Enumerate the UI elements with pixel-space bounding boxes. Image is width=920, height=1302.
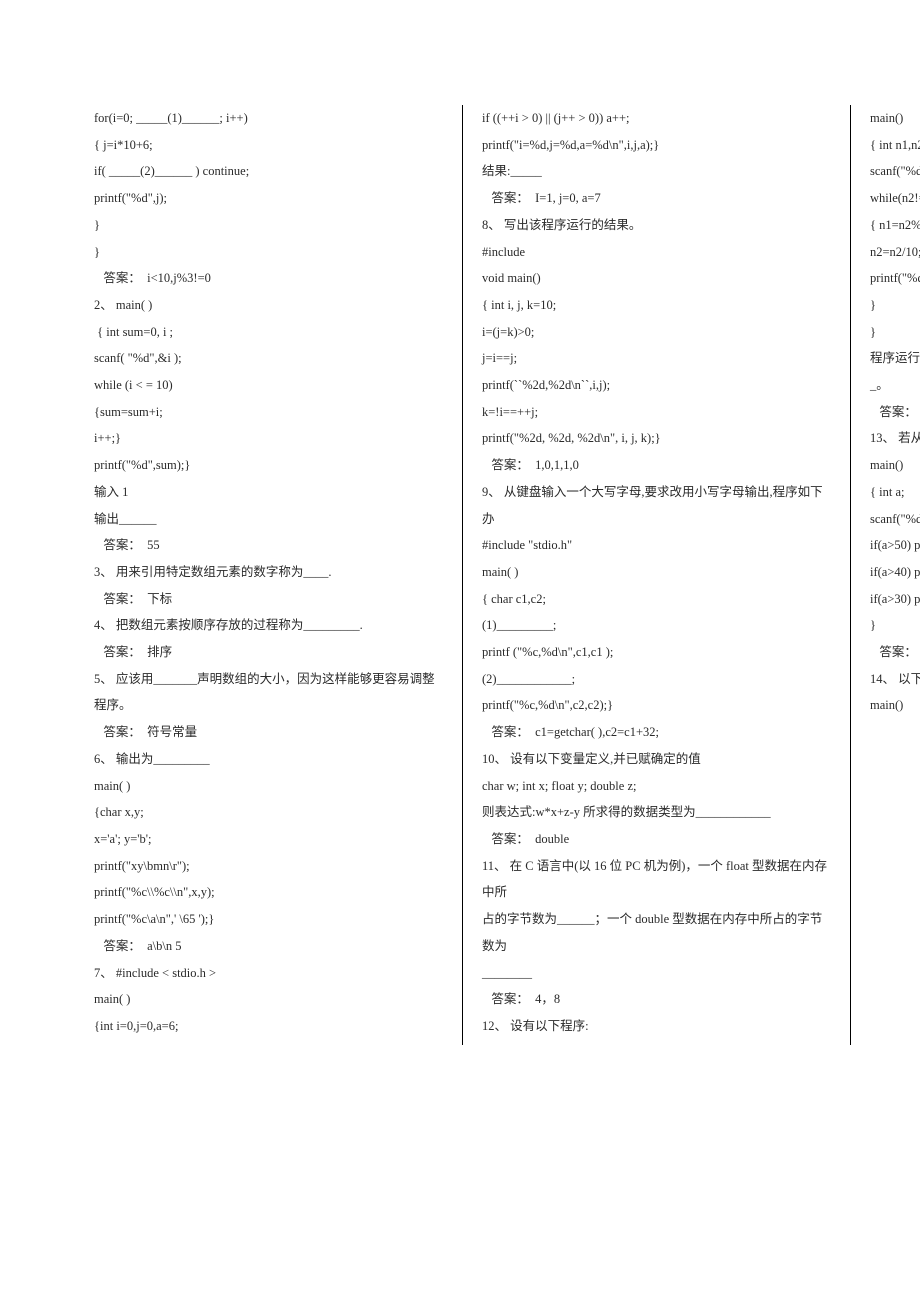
document-page: for(i=0; _____(1)______; i++){ j=i*10+6;… bbox=[0, 0, 920, 1105]
text-line: 答案： i<10,j%3!=0 bbox=[94, 265, 442, 292]
text-line: printf("%d",j); bbox=[94, 185, 442, 212]
text-line: scanf("%d",&a); bbox=[870, 506, 920, 533]
text-line: 答案： a\b\n 5 bbox=[94, 933, 442, 960]
text-line: { j=i*10+6; bbox=[94, 132, 442, 159]
text-line: 6、 输出为_________ bbox=[94, 746, 442, 773]
text-line: for(i=0; _____(1)______; i++) bbox=[94, 105, 442, 132]
text-line: scanf( "%d",&i ); bbox=[94, 345, 442, 372]
text-line: printf(``%2d,%2d\n``,i,j); bbox=[482, 372, 830, 399]
text-line: 答案： I=1, j=0, a=7 bbox=[482, 185, 830, 212]
text-line: #include bbox=[482, 239, 830, 266]
text-line: x='a'; y='b'; bbox=[94, 826, 442, 853]
text-line: 答案： 1,0,1,1,0 bbox=[482, 452, 830, 479]
text-line: n2=n2/10; bbox=[870, 239, 920, 266]
text-line: while (i < = 10) bbox=[94, 372, 442, 399]
text-line: 答案： 55 bbox=[94, 532, 442, 559]
text-line: { int a; bbox=[870, 479, 920, 506]
text-line: 4、 把数组元素按顺序存放的过程称为_________. bbox=[94, 612, 442, 639]
text-line: 10、 设有以下变量定义,并已赋确定的值 bbox=[482, 746, 830, 773]
text-line: main( ) bbox=[94, 986, 442, 1013]
text-line: 答案： 4，8 bbox=[482, 986, 830, 1013]
text-line: printf("%d",sum);} bbox=[94, 452, 442, 479]
text-line: 12、 设有以下程序: bbox=[482, 1013, 830, 1040]
text-line: } bbox=[870, 612, 920, 639]
text-line: if(a>40) printf("%d",a); bbox=[870, 559, 920, 586]
text-line: { char c1,c2; bbox=[482, 586, 830, 613]
text-line: main( ) bbox=[482, 559, 830, 586]
text-line: 2、 main( ) bbox=[94, 292, 442, 319]
text-line: {sum=sum+i; bbox=[94, 399, 442, 426]
text-line: while(n2!=0) bbox=[870, 185, 920, 212]
text-line: 7、 #include < stdio.h > bbox=[94, 960, 442, 987]
text-line: 答案： 符号常量 bbox=[94, 719, 442, 746]
text-line: if(a>30) printf("%d",a); bbox=[870, 586, 920, 613]
text-line: 答案： 下标 bbox=[94, 586, 442, 613]
text-line: ________ bbox=[482, 960, 830, 987]
text-line: i++;} bbox=[94, 425, 442, 452]
text-line: printf("i=%d,j=%d,a=%d\n",i,j,a);} bbox=[482, 132, 830, 159]
text-line: 5、 应该用_______声明数组的大小，因为这样能够更容易调整程序。 bbox=[94, 666, 442, 719]
text-line: printf("%c\a\n",' \65 ');} bbox=[94, 906, 442, 933]
text-line: printf("%c,%d\n",c2,c2);} bbox=[482, 692, 830, 719]
text-line: scanf("%d",&n2); bbox=[870, 158, 920, 185]
text-line: } bbox=[94, 212, 442, 239]
text-line: { n1=n2%10; bbox=[870, 212, 920, 239]
text-line: printf("%d",n1); bbox=[870, 265, 920, 292]
text-line: i=(j=k)>0; bbox=[482, 319, 830, 346]
text-line: j=i==j; bbox=[482, 345, 830, 372]
text-line: main( ) bbox=[94, 773, 442, 800]
text-line: { int sum=0, i ; bbox=[94, 319, 442, 346]
text-line: printf("xy\bmn\r"); bbox=[94, 853, 442, 880]
text-line: if(a>50) printf("%d",a); bbox=[870, 532, 920, 559]
text-line: 8、 写出该程序运行的结果。 bbox=[482, 212, 830, 239]
text-line: char w; int x; float y; double z; bbox=[482, 773, 830, 800]
text-line: if( _____(2)______ ) continue; bbox=[94, 158, 442, 185]
text-line: } bbox=[94, 239, 442, 266]
text-line: 13、 若从键盘输入 58,则以下程序输出的结果是 ________ 。 bbox=[870, 425, 920, 452]
text-line: printf("%2d, %2d, %2d\n", i, j, k);} bbox=[482, 425, 830, 452]
text-line: 11、 在 C 语言中(以 16 位 PC 机为例)，一个 float 型数据在… bbox=[482, 853, 830, 906]
text-line: #include "stdio.h" bbox=[482, 532, 830, 559]
text-line: 答案： double bbox=[482, 826, 830, 853]
text-line: 输入 1 bbox=[94, 479, 442, 506]
text-line: 答案： 585858 bbox=[870, 639, 920, 666]
text-line: 输出______ bbox=[94, 506, 442, 533]
text-line: 则表达式:w*x+z-y 所求得的数据类型为____________ bbox=[482, 799, 830, 826]
text-line: if ((++i > 0) || (j++ > 0)) a++; bbox=[482, 105, 830, 132]
text-line: main() bbox=[870, 452, 920, 479]
text-line: printf("%c\\%c\\n",x,y); bbox=[94, 879, 442, 906]
text-line: } bbox=[870, 292, 920, 319]
text-line: (2)____________; bbox=[482, 666, 830, 693]
text-line: {int i=0,j=0,a=6; bbox=[94, 1013, 442, 1040]
text-line: { int i, j, k=10; bbox=[482, 292, 830, 319]
text-line: printf ("%c,%d\n",c1,c1 ); bbox=[482, 639, 830, 666]
text-line: 答案： 排序 bbox=[94, 639, 442, 666]
text-line: } bbox=[870, 319, 920, 346]
text-line: 占的字节数为______；一个 double 型数据在内存中所占的字节数为 bbox=[482, 906, 830, 959]
text-line: void main() bbox=[482, 265, 830, 292]
text-line: 结果:_____ bbox=[482, 158, 830, 185]
text-line: {char x,y; bbox=[94, 799, 442, 826]
text-line: { int n1,n2; bbox=[870, 132, 920, 159]
text-line: 答案： c1=getchar( ),c2=c1+32; bbox=[482, 719, 830, 746]
text-line: 答案： 8921 bbox=[870, 399, 920, 426]
text-line: main() bbox=[870, 105, 920, 132]
text-line: 14、 以下程序的输出结果是______________。 bbox=[870, 666, 920, 693]
text-line: main() bbox=[870, 692, 920, 719]
text-line: 程序运行后，如果从键盘上输入 1298；则输出结果为_________。 bbox=[870, 345, 920, 398]
text-line: k=!i==++j; bbox=[482, 399, 830, 426]
text-line: 3、 用来引用特定数组元素的数字称为____. bbox=[94, 559, 442, 586]
text-line: (1)_________; bbox=[482, 612, 830, 639]
text-line: 9、 从键盘输入一个大写字母,要求改用小写字母输出,程序如下办 bbox=[482, 479, 830, 532]
